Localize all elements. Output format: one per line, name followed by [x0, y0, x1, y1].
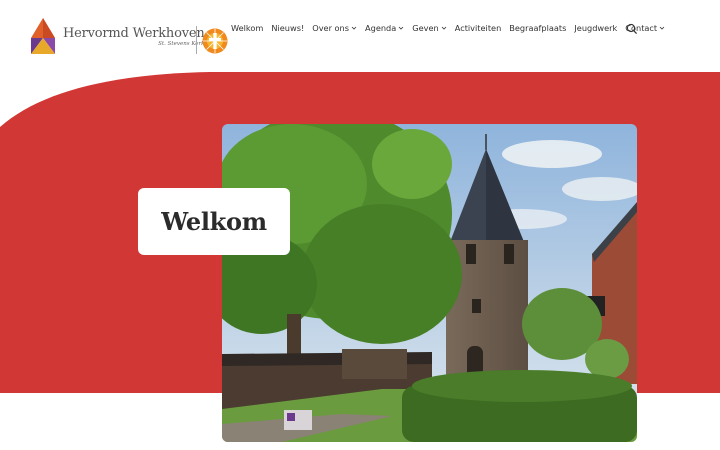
chevron-down-icon [659, 26, 665, 30]
site-header: Hervormd Werkhoven St. Stevens Kerk Welk… [0, 0, 720, 72]
logo-divider [196, 26, 197, 54]
church-tower-photo [222, 124, 637, 442]
page: Hervormd Werkhoven St. Stevens Kerk Welk… [0, 0, 720, 450]
nav-item-geven[interactable]: Geven [412, 23, 447, 33]
nav-item-begraafplaats[interactable]: Begraafplaats [509, 23, 566, 33]
sun-cross-logo-icon[interactable] [202, 28, 228, 54]
hero-title-card: Welkom [138, 188, 290, 255]
chevron-down-icon [351, 26, 357, 30]
nav-item-activiteiten[interactable]: Activiteiten [455, 23, 502, 33]
page-title: Welkom [161, 207, 267, 236]
search-icon[interactable] [626, 23, 638, 35]
chevron-down-icon [441, 26, 447, 30]
brand-subtitle: St. Stevens Kerk [158, 41, 205, 47]
nav-item-nieuws[interactable]: Nieuws! [271, 23, 304, 33]
nav-item-welkom[interactable]: Welkom [231, 23, 263, 33]
nav-item-over-ons[interactable]: Over ons [312, 23, 357, 33]
nav-item-agenda[interactable]: Agenda [365, 23, 404, 33]
nav-item-jeugdwerk[interactable]: Jeugdwerk [574, 23, 617, 33]
main-nav: Welkom Nieuws! Over ons Agenda Geven Act… [231, 22, 673, 34]
chevron-down-icon [398, 26, 404, 30]
site-logo[interactable]: Hervormd Werkhoven St. Stevens Kerk [28, 18, 205, 56]
church-roof-logo-icon [31, 18, 55, 54]
brand-name: Hervormd Werkhoven [63, 26, 205, 41]
